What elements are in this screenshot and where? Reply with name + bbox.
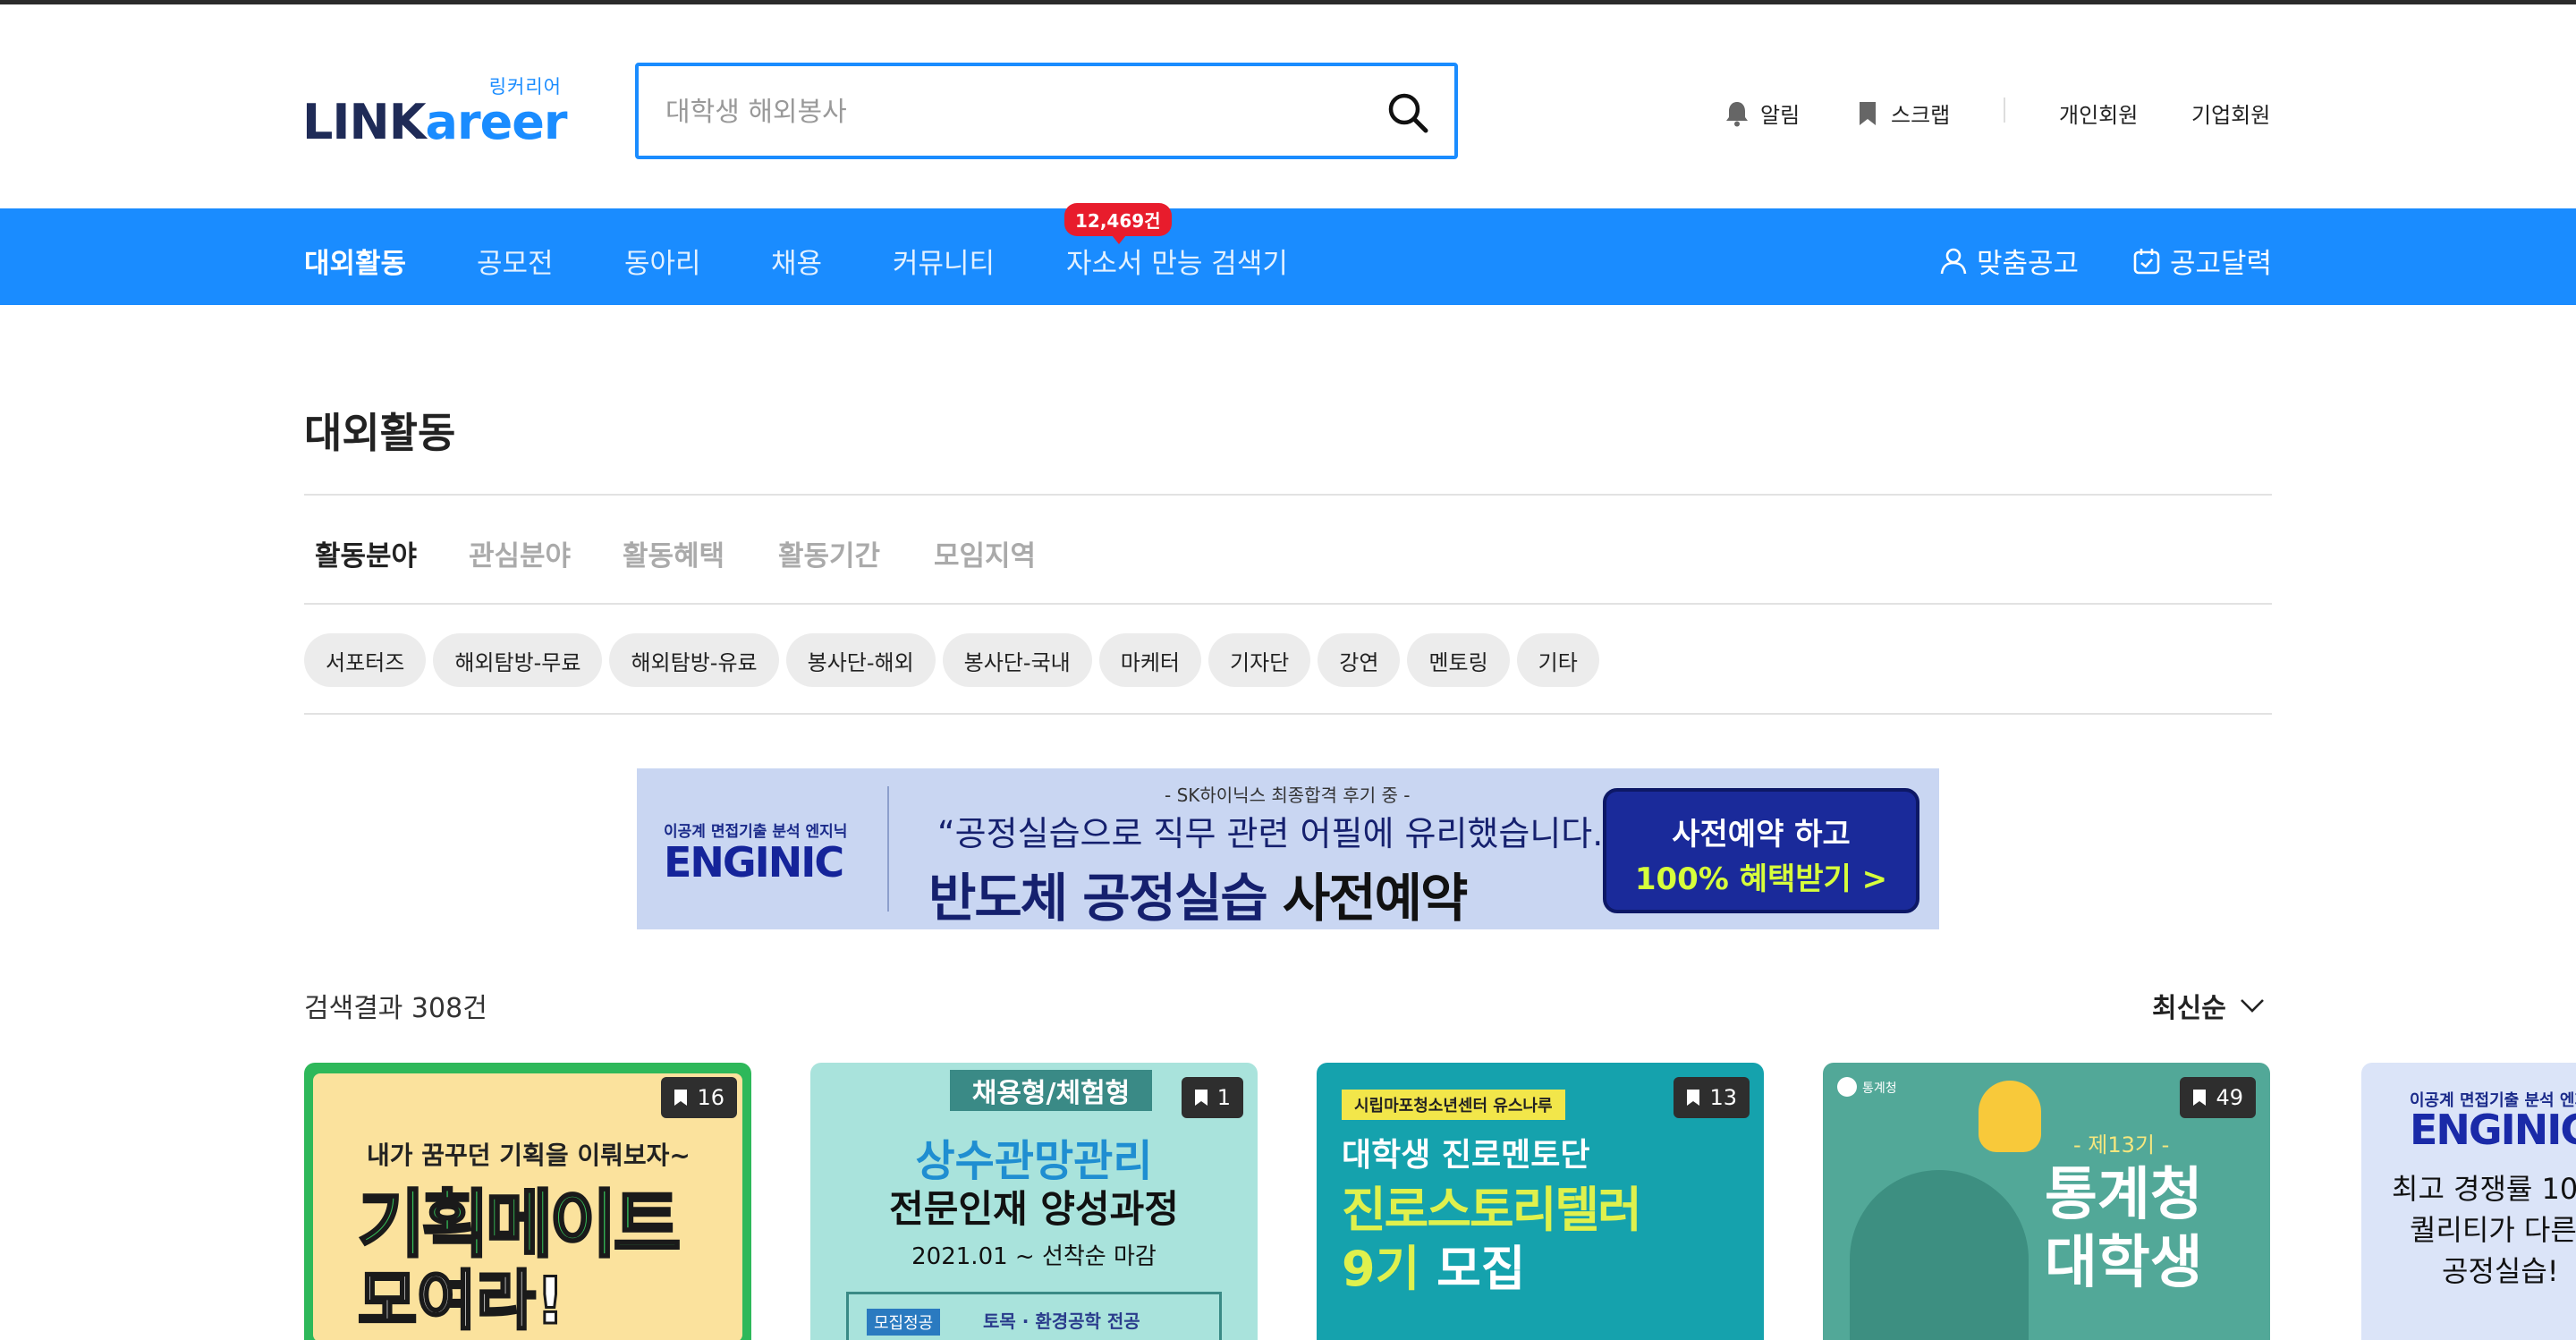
divider (304, 713, 2272, 715)
activity-card[interactable]: 시립마포청소년센터 유스나루 대학생 진로멘토단 진로스토리텔러 9기 모집 1… (1317, 1063, 1764, 1340)
card-poster-frame: 모집정공 토목 · 환경공학 전공 (846, 1292, 1222, 1340)
nav-item-activities[interactable]: 대외활동 (304, 241, 406, 281)
calendar-check-icon (2133, 248, 2160, 274)
custom-posting-label: 맞춤공고 (1977, 248, 2080, 280)
company-member-link[interactable]: 기업회원 (2191, 98, 2270, 129)
tab-activity-benefit[interactable]: 활동혜택 (623, 533, 724, 573)
activity-card[interactable]: 이공계 면접기출 분석 엔지닉 ENGINIC 최고 경쟁률 10: 퀄리티가 … (2361, 1063, 2576, 1340)
tab-region[interactable]: 모임지역 (934, 533, 1036, 573)
tab-interest-field[interactable]: 관심분야 (469, 533, 571, 573)
scrap-count: 49 (2216, 1085, 2243, 1110)
chip-overseas-free[interactable]: 해외탐방-무료 (433, 633, 603, 687)
search-input[interactable] (665, 89, 1363, 134)
card-poster-tag: 채용형/체험형 (950, 1070, 1152, 1111)
banner-cta-button[interactable]: 사전예약 하고 100% 혜택받기 > (1603, 788, 1919, 913)
activity-card[interactable]: 내가 꿈꾸던 기획을 이뤄보자~ 기획메이트 모여라! 16 (304, 1063, 751, 1340)
scrap-count: 16 (697, 1085, 724, 1110)
divider (304, 494, 2272, 496)
activity-card[interactable]: 통계청 - 제13기 - 통계청 대학생 49 (1823, 1063, 2270, 1340)
card-poster-line3: 2021.01 ~ 선착순 마감 (911, 1243, 1157, 1270)
chip-mentoring[interactable]: 멘토링 (1407, 633, 1510, 687)
logo-main-text: LINKareer (302, 94, 567, 150)
nav-item-community[interactable]: 커뮤니티 (893, 241, 995, 281)
alarm-label: 알림 (1760, 103, 1801, 128)
scrap-link[interactable]: 스크랩 (1855, 98, 1950, 129)
main-nav: 대외활동 공모전 동아리 채용 커뮤니티 자소서 만능 검색기 12,469건 … (0, 203, 2576, 305)
card-poster-line2: 전문인재 양성과정 (889, 1187, 1179, 1231)
sort-label: 최신순 (2152, 993, 2226, 1024)
banner-divider (887, 786, 889, 912)
custom-posting-link[interactable]: 맞춤공고 (1939, 241, 2079, 281)
divider (304, 603, 2272, 605)
header: 링커리어 LINKareer 알림 스크랩 개인회원 기업회원 (0, 4, 2576, 208)
card-poster-agency: 통계청 (1862, 1081, 1897, 1096)
page-title: 대외활동 (304, 409, 456, 457)
bookmark-icon (674, 1090, 688, 1106)
card-frame-text: 토목 · 환경공학 전공 (983, 1310, 1140, 1332)
card-poster-generation: - 제13기 - (2073, 1132, 2170, 1158)
banner-quote: “공정실습으로 직무 관련 어필에 유리했습니다.” (937, 814, 1622, 853)
scrap-label: 스크랩 (1891, 103, 1951, 128)
result-count: 검색결과 308건 (304, 993, 487, 1024)
scrap-count-badge[interactable]: 16 (661, 1077, 737, 1118)
chip-overseas-paid[interactable]: 해외탐방-유료 (609, 633, 779, 687)
ad-banner[interactable]: 이공계 면접기출 분석 엔지닉 ENGINIC - SK하이닉스 최종합격 후기… (637, 768, 1939, 929)
search-icon[interactable] (1385, 89, 1431, 136)
banner-cta-line2: 100% 혜택받기 > (1634, 861, 1888, 897)
bookmark-icon (2193, 1090, 2207, 1106)
chip-lecture[interactable]: 강연 (1318, 633, 1401, 687)
bookmark-icon (1194, 1090, 1208, 1106)
chip-volunteer-domestic[interactable]: 봉사단-국내 (942, 633, 1092, 687)
card-poster-line1: 대학생 진로멘토단 (1342, 1137, 1590, 1174)
posting-calendar-label: 공고달력 (2170, 248, 2273, 280)
banner-quote-source: - SK하이닉스 최종합격 후기 중 - (1165, 784, 1411, 806)
card-poster-line1: 최고 경쟁률 10: (2392, 1172, 2576, 1206)
posting-calendar-link[interactable]: 공고달력 (2132, 241, 2272, 281)
personal-member-link[interactable]: 개인회원 (2059, 98, 2138, 129)
sort-dropdown[interactable]: 최신순 (2152, 986, 2266, 1025)
chip-marketer[interactable]: 마케터 (1098, 633, 1201, 687)
bookmark-icon (1687, 1090, 1700, 1106)
lightbulb-illustration (1979, 1081, 2041, 1152)
government-emblem-icon (1837, 1077, 1857, 1097)
user-icon (1940, 248, 1967, 274)
chip-supporters[interactable]: 서포터즈 (304, 633, 427, 687)
chip-etc[interactable]: 기타 (1516, 633, 1599, 687)
head-silhouette-illustration (1850, 1170, 2029, 1340)
scrap-count-badge[interactable]: 1 (1181, 1077, 1243, 1118)
card-poster-line3: 공정실습! (2442, 1254, 2559, 1288)
tab-activity-field[interactable]: 활동분야 (315, 533, 417, 573)
bell-icon (1726, 101, 1748, 126)
card-frame-tag: 모집정공 (867, 1309, 941, 1336)
card-poster-line3: 모여라! (357, 1262, 567, 1340)
chevron-down-icon (2240, 999, 2264, 1013)
chip-reporters[interactable]: 기자단 (1208, 633, 1311, 687)
card-poster-title: 통계청 대학생 (2045, 1162, 2203, 1296)
alarm-link[interactable]: 알림 (1724, 98, 1800, 129)
linkareer-logo[interactable]: 링커리어 LINKareer (302, 69, 571, 150)
activity-card[interactable]: 채용형/체험형 상수관망관리 전문인재 양성과정 2021.01 ~ 선착순 마… (810, 1063, 1258, 1340)
nav-item-contests[interactable]: 공모전 (477, 241, 554, 281)
scrap-count: 1 (1216, 1085, 1231, 1110)
filter-chip-list: 서포터즈 해외탐방-무료 해외탐방-유료 봉사단-해외 봉사단-국내 마케터 기… (304, 633, 1599, 687)
scrap-count-badge[interactable]: 13 (1674, 1077, 1750, 1118)
tab-activity-period[interactable]: 활동기간 (778, 533, 880, 573)
card-poster-line2: 퀄리티가 다른 (2410, 1213, 2576, 1247)
banner-headline: 반도체 공정실습 사전예약 (928, 868, 1468, 929)
bookmark-icon (1860, 101, 1876, 125)
scrap-count-badge[interactable]: 49 (2180, 1077, 2256, 1118)
card-poster-organizer: 시립마포청소년센터 유스나루 (1342, 1090, 1565, 1120)
header-divider (2004, 98, 2005, 123)
nav-item-cover-letter-search[interactable]: 자소서 만능 검색기 (1066, 241, 1288, 281)
nav-count-badge: 12,469건 (1064, 203, 1172, 244)
search-box (635, 63, 1458, 159)
card-poster-brand: ENGINIC (2410, 1106, 2576, 1154)
chip-volunteer-overseas[interactable]: 봉사단-해외 (785, 633, 936, 687)
scrap-count: 13 (1709, 1085, 1737, 1110)
nav-item-clubs[interactable]: 동아리 (624, 241, 701, 281)
nav-item-jobs[interactable]: 채용 (771, 241, 822, 281)
banner-brand-logo: ENGINIC (664, 838, 844, 886)
banner-cta-line1: 사전예약 하고 (1672, 817, 1851, 852)
card-poster-line3: 9기 모집 (1342, 1241, 1526, 1297)
